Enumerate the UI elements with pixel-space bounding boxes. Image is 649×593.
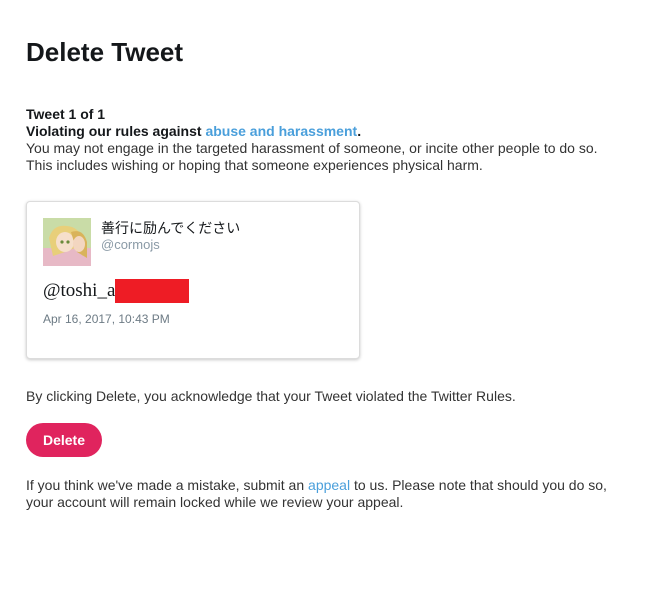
violation-info: Tweet 1 of 1 Violating our rules against… — [26, 106, 626, 174]
user-handle: @cormojs — [101, 237, 160, 252]
tweet-timestamp: Apr 16, 2017, 10:43 PM — [43, 312, 170, 326]
page-title: Delete Tweet — [26, 37, 184, 67]
avatar-image — [43, 218, 91, 266]
avatar — [43, 218, 91, 266]
appeal-line-2: your account will remain locked while we… — [26, 494, 404, 510]
abuse-harassment-link[interactable]: abuse and harassment — [205, 123, 357, 139]
rule-suffix: . — [357, 123, 362, 139]
violation-rule: Violating our rules against abuse and ha… — [26, 123, 626, 140]
tweet-card: 善行に励んでください @cormojs @toshi_a Apr 16, 201… — [26, 201, 360, 359]
violation-description-1: You may not engage in the targeted haras… — [26, 140, 598, 156]
appeal-prefix: If you think we've made a mistake, submi… — [26, 477, 309, 493]
tweet-text: @toshi_a — [43, 279, 190, 303]
appeal-link[interactable]: appeal — [308, 477, 350, 493]
acknowledge-text: By clicking Delete, you acknowledge that… — [26, 388, 516, 404]
violation-description-2: This includes wishing or hoping that som… — [26, 157, 483, 173]
tweet-mention: @toshi_a — [43, 280, 116, 301]
redaction-box — [115, 279, 190, 303]
rule-prefix: Violating our rules against — [26, 123, 206, 139]
appeal-suffix: to us. Please note that should you do so… — [350, 477, 607, 493]
tweet-count: Tweet 1 of 1 — [26, 106, 106, 122]
appeal-text: If you think we've made a mistake, submi… — [26, 477, 626, 511]
delete-button[interactable]: Delete — [26, 423, 102, 457]
display-name: 善行に励んでください — [101, 220, 241, 236]
